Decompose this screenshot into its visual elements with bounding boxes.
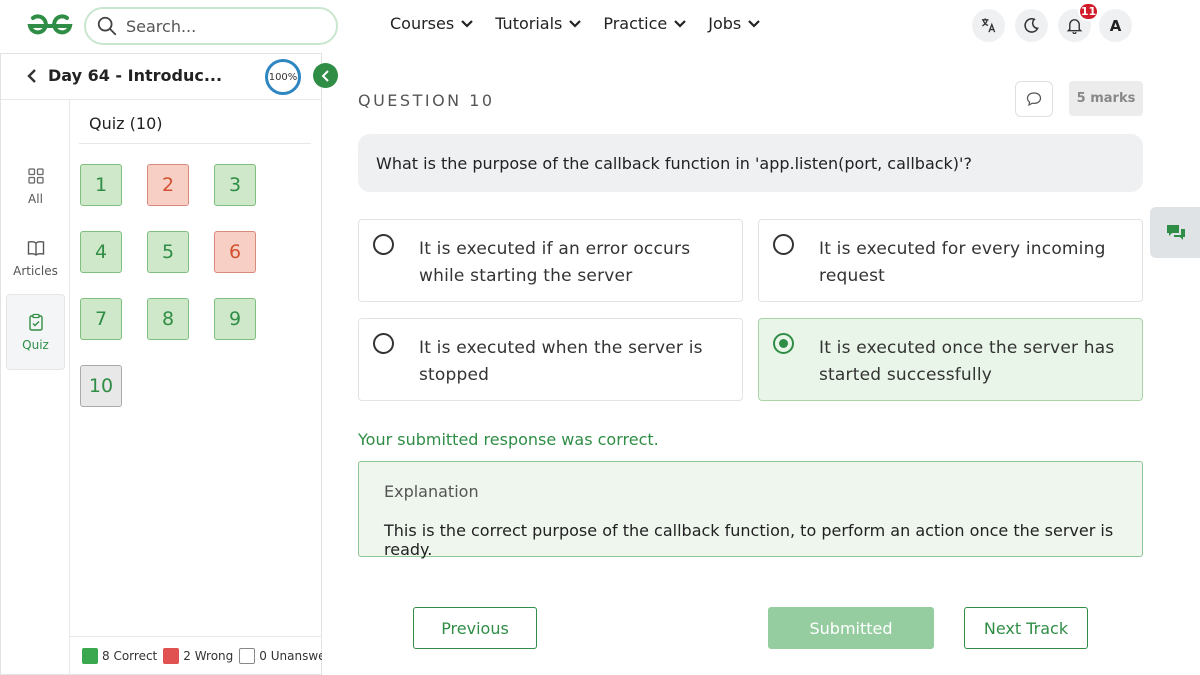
radio-button[interactable] bbox=[373, 333, 394, 354]
tab-quiz[interactable]: Quiz bbox=[6, 294, 65, 370]
radio-button-selected[interactable] bbox=[773, 333, 794, 354]
tab-label: Quiz bbox=[22, 337, 49, 352]
nav-label: Tutorials bbox=[495, 14, 563, 33]
tab-label: Articles bbox=[13, 263, 58, 278]
divider bbox=[79, 143, 311, 144]
nav-label: Practice bbox=[603, 14, 668, 33]
header-actions: 11 bbox=[972, 2, 1099, 42]
explanation-title: Explanation bbox=[384, 482, 479, 501]
search-icon bbox=[97, 16, 117, 36]
chevron-left-icon[interactable] bbox=[27, 69, 37, 83]
quiz-legend: 8 Correct 2 Wrong 0 Unanswered bbox=[70, 636, 322, 675]
question-button-9[interactable]: 9 bbox=[214, 298, 256, 340]
explanation-body: This is the correct purpose of the callb… bbox=[384, 521, 1114, 559]
answer-option-3[interactable]: It is executed when the server is stoppe… bbox=[358, 318, 743, 401]
nav-courses[interactable]: Courses bbox=[390, 14, 473, 33]
theme-toggle-button[interactable] bbox=[1015, 9, 1048, 42]
chevron-left-icon bbox=[321, 69, 329, 82]
nav-label: Jobs bbox=[708, 14, 742, 33]
radio-button[interactable] bbox=[373, 234, 394, 255]
nav-tutorials[interactable]: Tutorials bbox=[495, 14, 582, 33]
radio-button[interactable] bbox=[773, 234, 794, 255]
question-button-6[interactable]: 6 bbox=[214, 231, 256, 273]
gfg-logo[interactable] bbox=[24, 12, 76, 40]
submitted-button[interactable]: Submitted bbox=[768, 607, 934, 649]
collapse-sidebar-button[interactable] bbox=[313, 63, 338, 88]
question-button-7[interactable]: 7 bbox=[80, 298, 122, 340]
quiz-section-title: Quiz (10) bbox=[89, 114, 163, 133]
tab-all[interactable]: All bbox=[6, 150, 65, 222]
legend-correct: 8 Correct bbox=[102, 649, 158, 663]
explanation-box: Explanation This is the correct purpose … bbox=[358, 461, 1143, 559]
translate-button[interactable] bbox=[972, 9, 1005, 42]
answer-option-2[interactable]: It is executed for every incoming reques… bbox=[758, 219, 1143, 302]
chat-icon bbox=[1167, 224, 1185, 240]
answer-option-1[interactable]: It is executed if an error occurs while … bbox=[358, 219, 743, 302]
option-text: It is executed for every incoming reques… bbox=[819, 239, 1106, 286]
sidebar-header: Day 64 - Introduc... 100% bbox=[1, 54, 321, 100]
feedback-message: Your submitted response was correct. bbox=[358, 430, 659, 449]
sidebar-title[interactable]: Day 64 - Introduc... bbox=[48, 66, 222, 85]
grid-icon bbox=[27, 167, 44, 184]
chat-bubble-icon bbox=[1026, 92, 1042, 107]
notifications-button[interactable]: 11 bbox=[1058, 2, 1099, 42]
translate-icon bbox=[981, 18, 996, 33]
answer-option-4[interactable]: It is executed once the server has start… bbox=[758, 318, 1143, 401]
legend-wrong: 2 Wrong bbox=[183, 649, 234, 663]
question-label: QUESTION 10 bbox=[358, 91, 495, 110]
tab-articles[interactable]: Articles bbox=[6, 222, 65, 294]
question-button-3[interactable]: 3 bbox=[214, 164, 256, 206]
book-icon bbox=[27, 240, 44, 256]
next-track-button[interactable]: Next Track bbox=[964, 607, 1088, 649]
question-text: What is the purpose of the callback func… bbox=[358, 134, 1143, 192]
wrong-swatch bbox=[163, 648, 180, 664]
chevron-down-icon bbox=[748, 19, 761, 28]
top-navbar: Courses Tutorials Practice Jobs 11 A bbox=[0, 0, 1200, 52]
question-button-1[interactable]: 1 bbox=[80, 164, 122, 206]
option-text: It is executed when the server is stoppe… bbox=[419, 338, 703, 385]
chevron-down-icon bbox=[461, 19, 473, 28]
nav-jobs[interactable]: Jobs bbox=[708, 14, 761, 33]
question-button-10[interactable]: 10 bbox=[80, 365, 122, 407]
question-button-4[interactable]: 4 bbox=[80, 231, 122, 273]
nav-practice[interactable]: Practice bbox=[603, 14, 687, 33]
unanswered-swatch bbox=[239, 648, 256, 664]
chevron-down-icon bbox=[674, 19, 687, 28]
question-button-8[interactable]: 8 bbox=[147, 298, 189, 340]
moon-icon bbox=[1024, 18, 1039, 33]
correct-swatch bbox=[82, 648, 98, 664]
notification-count-badge: 11 bbox=[1078, 2, 1099, 21]
marks-badge: 5 marks bbox=[1069, 81, 1143, 116]
legend-unanswered: 0 Unanswered bbox=[259, 649, 322, 663]
bell-icon bbox=[1066, 19, 1083, 34]
sidebar-tabs: All Articles Quiz bbox=[1, 100, 70, 675]
avatar[interactable]: A bbox=[1099, 9, 1132, 42]
clipboard-icon bbox=[28, 313, 43, 331]
option-text: It is executed if an error occurs while … bbox=[419, 239, 691, 286]
tab-label: All bbox=[28, 191, 43, 206]
main-nav: Courses Tutorials Practice Jobs bbox=[390, 14, 761, 33]
option-text: It is executed once the server has start… bbox=[819, 338, 1115, 385]
chat-widget-button[interactable] bbox=[1150, 207, 1200, 258]
question-button-5[interactable]: 5 bbox=[147, 231, 189, 273]
course-sidebar: Day 64 - Introduc... 100% All Articles Q… bbox=[0, 53, 322, 675]
nav-label: Courses bbox=[390, 14, 455, 33]
search-input[interactable] bbox=[126, 16, 326, 36]
search-box[interactable] bbox=[84, 7, 338, 45]
chevron-down-icon bbox=[569, 19, 582, 28]
question-button-2[interactable]: 2 bbox=[147, 164, 189, 206]
comment-button[interactable] bbox=[1015, 81, 1053, 117]
progress-indicator: 100% bbox=[265, 59, 301, 95]
previous-button[interactable]: Previous bbox=[413, 607, 537, 649]
